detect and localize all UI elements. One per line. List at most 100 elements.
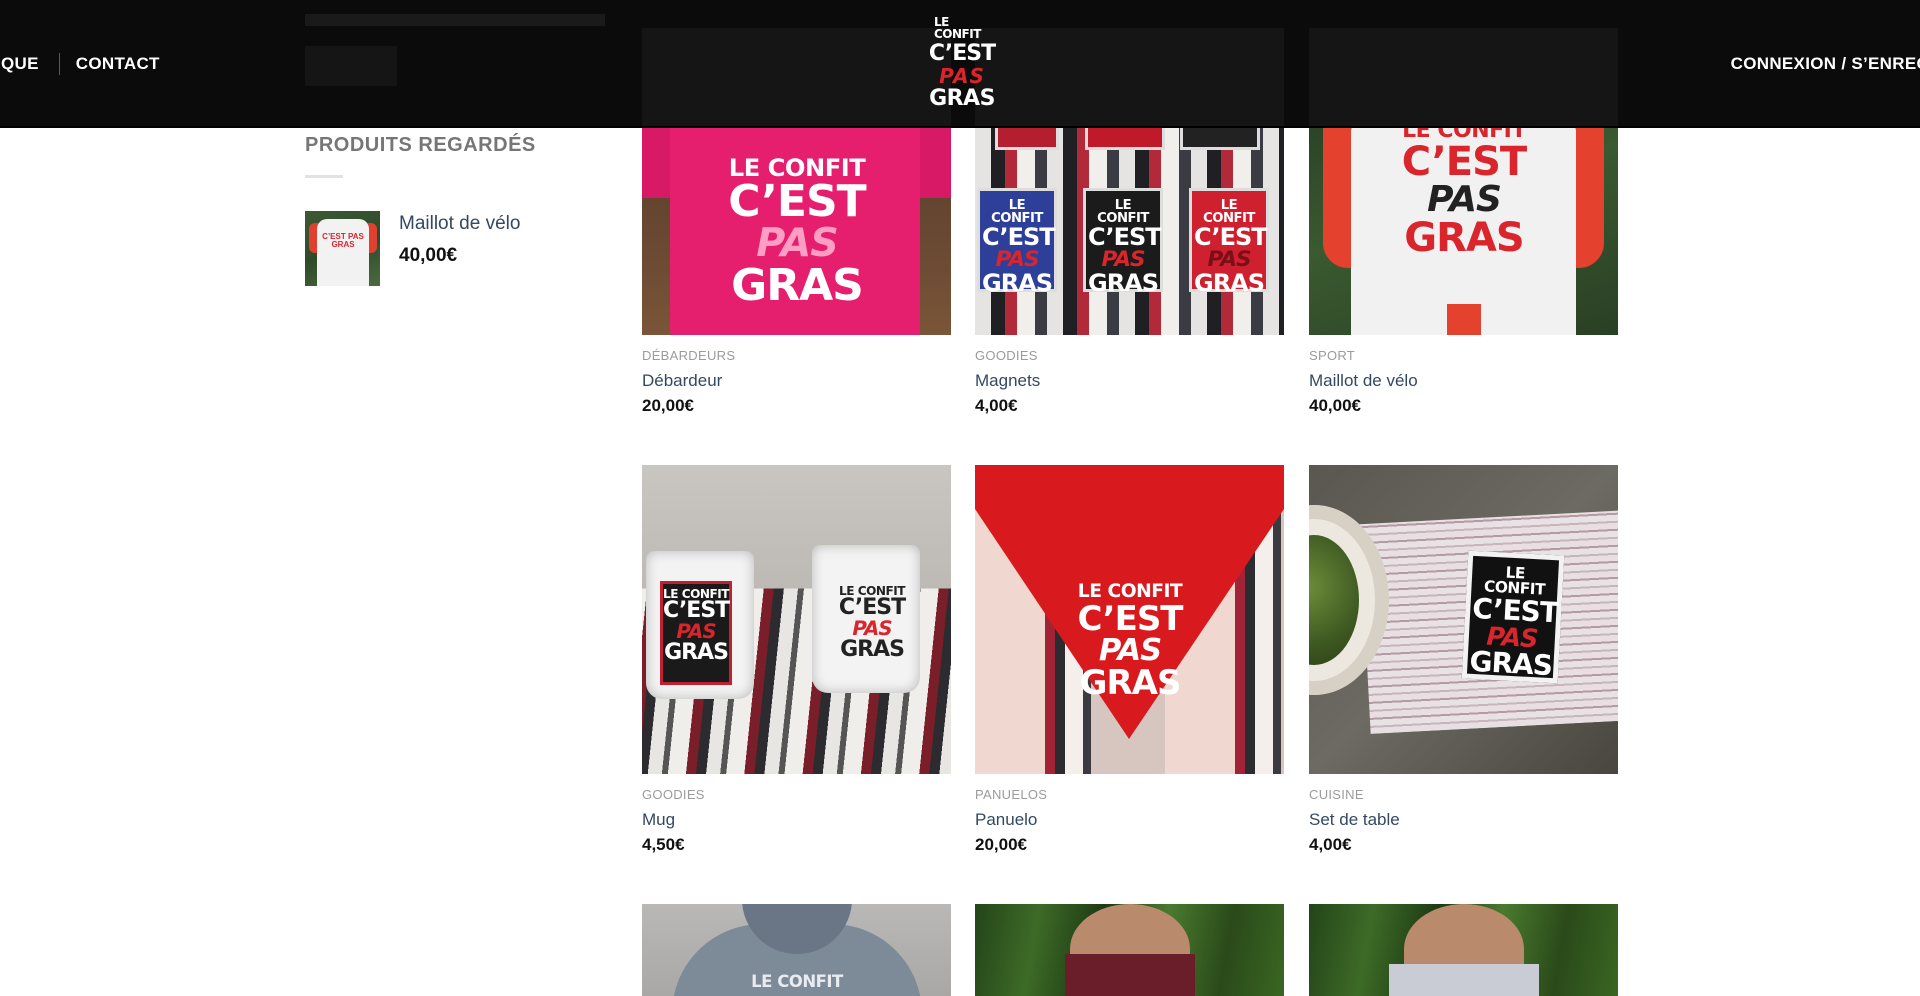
mug-left-print: LE CONFIT C’EST PAS GRAS [660,581,732,685]
print-line-3: PAS [1098,632,1162,668]
product-price: 4,50€ [642,835,685,854]
product-category[interactable]: CUISINE [1309,787,1364,802]
product-card-magnets: LE CONFIT C’EST PAS GRAS LE CONFIT C’EST… [975,128,1284,428]
print-line-4: GRAS [1088,269,1159,297]
print-line-1: LE CONFIT [751,972,843,991]
magnet-blue: LE CONFIT C’EST PAS GRAS [977,188,1057,297]
product-image-debardeur[interactable]: LE CONFIT C’EST PAS GRAS [642,128,951,335]
magnet-partial-2 [1085,128,1165,150]
tshirt [1389,964,1539,996]
print-line-2: C’EST [1194,223,1268,252]
thumb-jersey [317,219,369,286]
sidebar-divider [305,175,343,178]
product-name-link[interactable]: Panuelo [975,810,1037,830]
header-ghost-block [305,46,397,86]
product-name-link[interactable]: Débardeur [642,371,722,391]
product-image-tshirt[interactable] [1309,904,1618,996]
placemat-print: LE CONFIT C’EST PAS GRAS [1468,564,1559,683]
product-price: 20,00€ [642,396,694,415]
apron [1065,954,1195,996]
print-line-3: PAS [676,620,716,644]
magnet-red: LE CONFIT C’EST PAS GRAS [1189,188,1269,295]
main-nav: IQUE CONTACT [0,0,160,128]
account-link[interactable]: CONNEXION / S’ENREG [1731,0,1920,128]
logo-line-1: LE CONFIT [934,15,981,41]
print-line-3: PAS [1207,247,1251,273]
product-card-maillot: LE CONFIT C’EST PAS GRAS SPORT Maillot d… [1309,128,1618,428]
product-image-mug[interactable]: LE CONFIT C’EST PAS GRAS LE CONFIT C’EST… [642,465,951,774]
logo-line-2: C’EST [928,41,996,66]
print-line-2: C’EST [982,223,1056,252]
site-header: IQUE CONTACT LE CONFIT C’EST PAS GRAS CO… [0,0,1920,128]
product-category[interactable]: PANUELOS [975,787,1047,802]
recently-viewed-price: 40,00€ [399,245,458,266]
header-ghost-image-1 [642,28,951,128]
print-line-1: LE CONFIT [1203,198,1255,227]
print-line-2: C’EST [1088,223,1162,252]
hoodie-print: LE CONFIT [742,972,852,991]
header-ghost-image-2 [975,28,1284,128]
product-category[interactable]: SPORT [1309,348,1355,363]
print-line-4: GRAS [1468,644,1553,683]
product-price: 20,00€ [975,835,1027,854]
print-line-2: C’EST [663,598,730,624]
product-category[interactable]: DÉBARDEURS [642,348,735,363]
print-line-2: C’EST [728,176,866,228]
product-image-tablier[interactable] [975,904,1284,996]
product-price: 4,00€ [975,396,1018,415]
product-card-panuelo: LE CONFIT C’EST PAS GRAS PANUELOS Panuel… [975,465,1284,865]
nav-separator [58,53,60,75]
header-ghost-divider [305,14,605,26]
print-line-3: PAS [1101,247,1145,273]
nav-contact-link[interactable]: CONTACT [76,54,160,74]
product-price: 4,00€ [1309,835,1352,854]
print-line-2: C’EST [838,595,906,621]
mug-left-text: LE CONFIT C’EST PAS GRAS [663,588,730,665]
header-ghost-image-3 [1309,28,1618,128]
nav-boutique-link[interactable]: IQUE [0,54,39,74]
product-image-hoodie[interactable]: LE CONFIT [642,904,951,996]
product-name-link[interactable]: Set de table [1309,810,1400,830]
product-name-link[interactable]: Mug [642,810,675,830]
product-category[interactable]: GOODIES [642,787,705,802]
logo-line-4: GRAS [929,86,995,111]
magnet-black-print: LE CONFIT C’EST PAS GRAS [1088,199,1162,297]
recently-viewed-title: PRODUITS REGARDÉS [305,134,536,156]
print-line-3: PAS [756,220,839,267]
product-card-tablier [975,904,1284,996]
recently-viewed-thumbnail[interactable]: C’EST PAS GRAS [305,211,380,286]
magnet-blue-print: LE CONFIT C’EST PAS GRAS [982,199,1056,297]
print-line-3: PAS [1427,179,1502,220]
product-image-set-de-table[interactable]: LE CONFIT C’EST PAS GRAS [1309,465,1618,774]
placemat-card: LE CONFIT C’EST PAS GRAS [1461,550,1565,684]
print-line-3: PAS [852,617,892,641]
print-line-4: GRAS [982,269,1053,297]
mug-right: LE CONFIT C’EST PAS GRAS [812,545,920,693]
product-image-panuelo[interactable]: LE CONFIT C’EST PAS GRAS [975,465,1284,774]
mug-left: LE CONFIT C’EST PAS GRAS [646,551,754,699]
product-card-hoodie: LE CONFIT [642,904,951,996]
recently-viewed-name-link[interactable]: Maillot de vélo [399,213,520,235]
site-logo[interactable]: LE CONFIT C’EST PAS GRAS [929,14,996,114]
print-line-4: GRAS [1079,663,1182,704]
product-card-tshirt [1309,904,1618,996]
print-line-2: C’EST [1077,598,1183,639]
product-image-magnets[interactable]: LE CONFIT C’EST PAS GRAS LE CONFIT C’EST… [975,128,1284,335]
print-line-4: GRAS [1404,215,1524,261]
product-name-link[interactable]: Magnets [975,371,1040,391]
product-card-debardeur: LE CONFIT C’EST PAS GRAS DÉBARDEURS Déba… [642,128,951,428]
bandana-print: LE CONFIT C’EST PAS GRAS [1075,582,1185,704]
recently-viewed-item[interactable]: C’EST PAS GRAS Maillot de vélo 40,00€ [305,211,605,287]
magnet-black: LE CONFIT C’EST PAS GRAS [1083,188,1163,297]
product-image-maillot[interactable]: LE CONFIT C’EST PAS GRAS [1309,128,1618,335]
thumb-jersey-print: C’EST PAS GRAS [322,232,364,249]
product-category[interactable]: GOODIES [975,348,1038,363]
print-line-4: GRAS [731,259,864,311]
tee-print: LE CONFIT C’EST PAS GRAS [712,156,882,308]
jersey-pocket [1447,304,1481,335]
print-line-4: GRAS [664,639,729,665]
print-line-4: GRAS [840,636,905,662]
product-name-link[interactable]: Maillot de vélo [1309,371,1418,391]
magnet-partial-1 [995,128,1059,150]
logo-line-3: PAS [939,64,985,88]
